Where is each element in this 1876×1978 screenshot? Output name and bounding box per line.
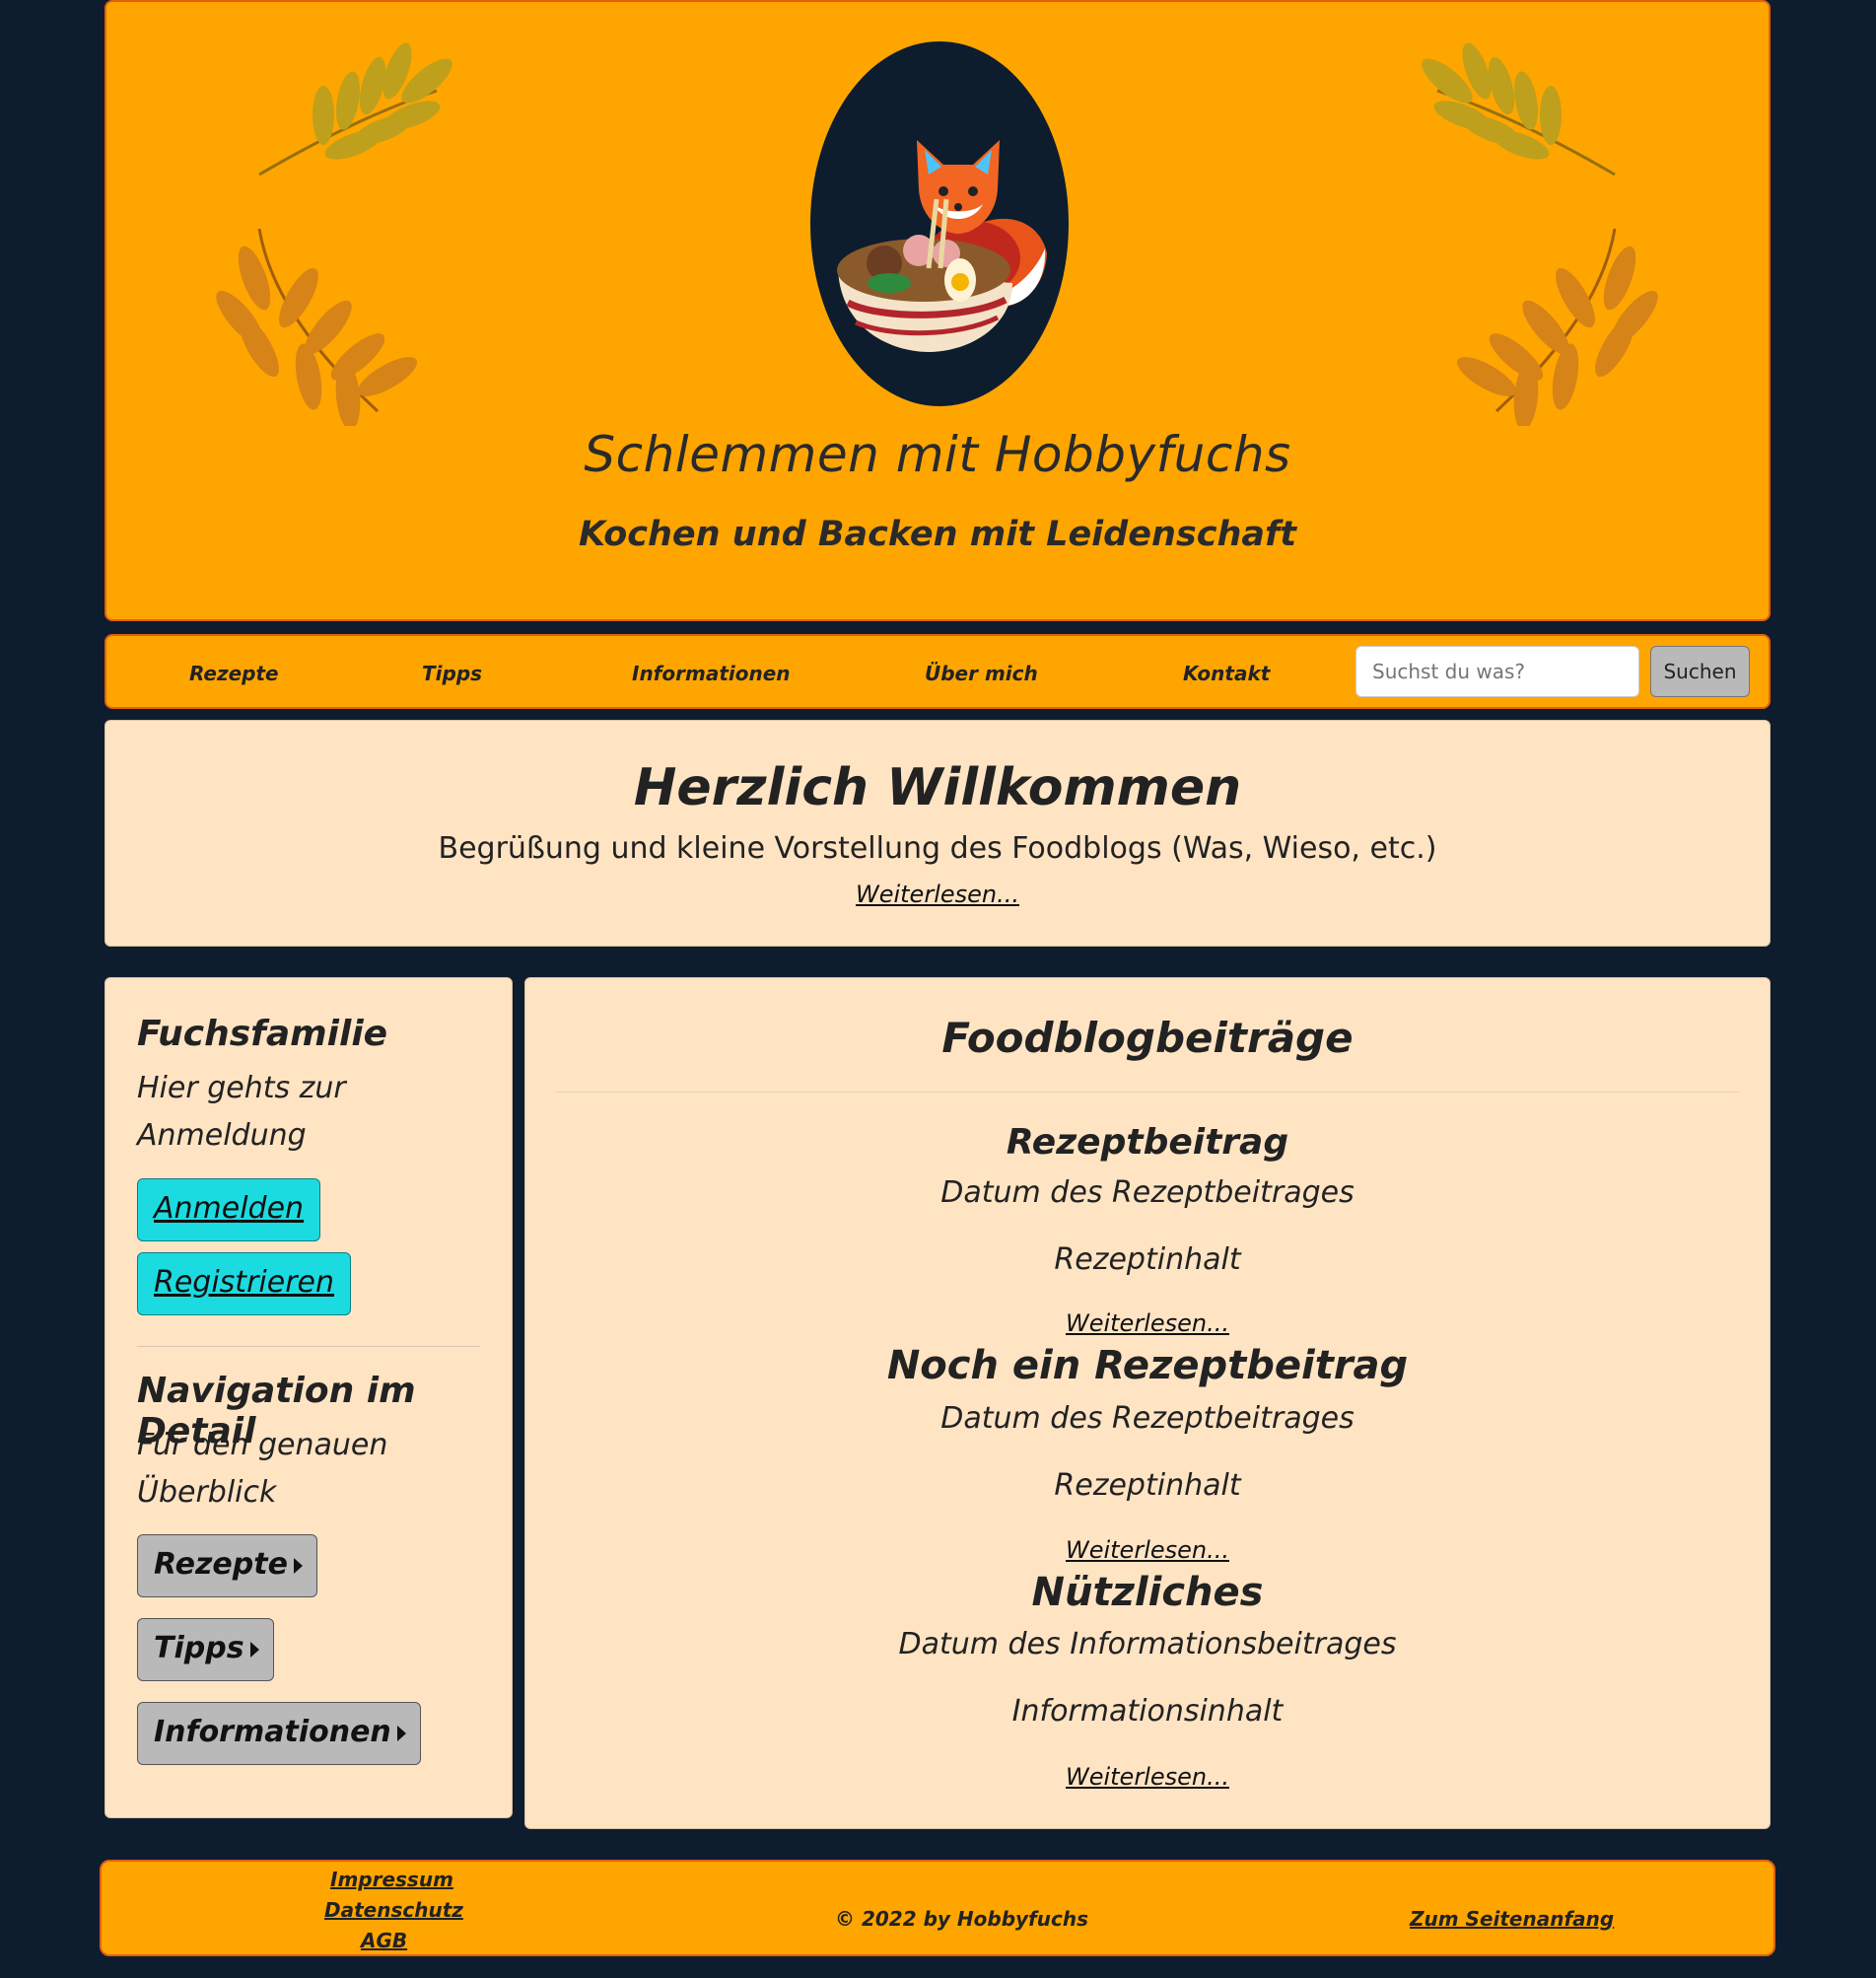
main-nav: Rezepte Tipps Informationen Über mich Ko… [104, 634, 1771, 709]
register-button[interactable]: Registrieren [137, 1252, 352, 1315]
post-date: Datum des Rezeptbeitrages [940, 1175, 1355, 1210]
welcome-heading: Herzlich Willkommen [633, 758, 1242, 817]
welcome-section: Herzlich Willkommen Begrüßung und kleine… [104, 720, 1771, 947]
post-read-more-link[interactable]: Weiterlesen... [525, 1763, 1770, 1791]
site-title: Schlemmen mit Hobbyfuchs [584, 426, 1291, 483]
sidebar: Fuchsfamilie Hier gehts zur Anmeldung An… [104, 977, 513, 1818]
caret-right-icon [293, 1557, 303, 1574]
sidebar-informationen-label: Informationen [154, 1715, 391, 1749]
site-subtitle: Kochen und Backen mit Leidenschaft [579, 515, 1296, 554]
caret-right-icon [396, 1725, 406, 1741]
sidebar-divider [137, 1346, 480, 1347]
search-input[interactable] [1355, 646, 1639, 697]
post-title: Rezeptbeitrag [1006, 1122, 1289, 1163]
site-header: Schlemmen mit Hobbyfuchs Kochen und Back… [104, 0, 1771, 621]
sidebar-rezepte-button[interactable]: Rezepte [137, 1534, 317, 1597]
post-read-more-link[interactable]: Weiterlesen... [525, 1309, 1770, 1337]
post-title: Noch ein Rezeptbeitrag [886, 1343, 1409, 1388]
post-read-more-link[interactable]: Weiterlesen... [525, 1536, 1770, 1564]
copyright-text: © 2022 by Hobbyfuchs [835, 1907, 1088, 1931]
post-content: Rezeptinhalt [1054, 1242, 1241, 1277]
post-content: Rezeptinhalt [1054, 1468, 1241, 1503]
impressum-link[interactable]: Impressum [330, 1868, 453, 1891]
sidebar-tipps-button[interactable]: Tipps [137, 1618, 274, 1681]
autumn-leaves-icon [216, 42, 452, 426]
nav-item-tipps[interactable]: Tipps [422, 662, 482, 685]
sidebar-rezepte-label: Rezepte [154, 1547, 288, 1582]
blog-posts-heading: Foodblogbeiträge [941, 1014, 1354, 1062]
sidebar-informationen-button[interactable]: Informationen [137, 1702, 421, 1765]
family-heading: Fuchsfamilie [137, 1014, 388, 1054]
blog-divider [555, 1092, 1740, 1093]
datenschutz-link[interactable]: Datenschutz [324, 1898, 463, 1922]
post-title: Nützliches [1031, 1570, 1264, 1615]
family-text: Hier gehts zur Anmeldung [137, 1071, 346, 1153]
nav-item-informationen[interactable]: Informationen [632, 662, 791, 685]
welcome-read-more-link[interactable]: Weiterlesen... [105, 881, 1770, 908]
nav-detail-text: Für den genauen Überblick [137, 1428, 388, 1510]
site-footer: Impressum Datenschutz AGB © 2022 by Hobb… [100, 1860, 1775, 1956]
nav-item-ueber-mich[interactable]: Über mich [925, 662, 1038, 685]
nav-item-rezepte[interactable]: Rezepte [189, 662, 279, 685]
post-date: Datum des Informationsbeitrages [898, 1627, 1397, 1661]
search-button[interactable]: Suchen [1650, 646, 1750, 697]
back-to-top-link[interactable]: Zum Seitenanfang [1410, 1907, 1614, 1931]
agb-link[interactable]: AGB [361, 1929, 407, 1952]
nav-item-kontakt[interactable]: Kontakt [1183, 662, 1270, 685]
sidebar-tipps-label: Tipps [154, 1631, 244, 1665]
login-button[interactable]: Anmelden [137, 1178, 321, 1241]
caret-right-icon [249, 1641, 259, 1658]
autumn-leaves-icon [1422, 42, 1658, 426]
blog-posts-section: Foodblogbeiträge Rezeptbeitrag Datum des… [524, 977, 1771, 1829]
post-date: Datum des Rezeptbeitrages [940, 1401, 1355, 1436]
fox-ramen-logo[interactable] [810, 41, 1069, 406]
welcome-text: Begrüßung und kleine Vorstellung des Foo… [438, 831, 1437, 866]
post-content: Informationsinhalt [1011, 1694, 1284, 1729]
